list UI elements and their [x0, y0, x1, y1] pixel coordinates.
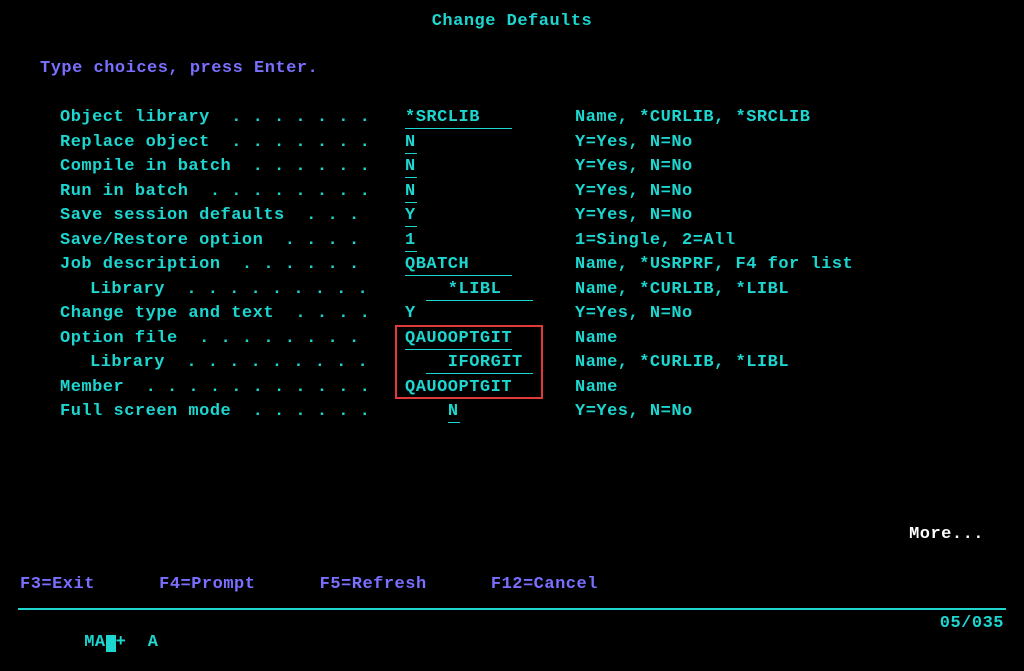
of-library-label: Library . . . . . . . . .	[60, 351, 405, 376]
save-session-label: Save session defaults . . .	[60, 204, 405, 229]
run-batch-input[interactable]: N	[405, 182, 417, 203]
option-file-label: Option file . . . . . . . .	[60, 327, 405, 352]
option-file-input[interactable]: QAUOOPTGIT	[405, 329, 512, 350]
job-desc-input[interactable]: QBATCH	[405, 255, 512, 276]
object-library-input[interactable]: *SRCLIB	[405, 108, 512, 129]
save-session-input[interactable]: Y	[405, 206, 417, 227]
save-restore-hint: 1=Single, 2=All	[575, 229, 736, 254]
compile-batch-input[interactable]: N	[405, 157, 417, 178]
member-label: Member . . . . . . . . . . .	[60, 376, 405, 401]
replace-object-hint: Y=Yes, N=No	[575, 131, 693, 156]
replace-object-label: Replace object . . . . . . .	[60, 131, 405, 156]
full-screen-label: Full screen mode . . . . . .	[60, 400, 405, 425]
change-type-label: Change type and text . . . .	[60, 302, 405, 327]
member-hint: Name	[575, 376, 618, 401]
save-restore-label: Save/Restore option . . . .	[60, 229, 405, 254]
run-batch-hint: Y=Yes, N=No	[575, 180, 693, 205]
jd-library-hint: Name, *CURLIB, *LIBL	[575, 278, 789, 303]
option-file-hint: Name	[575, 327, 618, 352]
replace-object-input[interactable]: N	[405, 133, 417, 154]
of-library-hint: Name, *CURLIB, *LIBL	[575, 351, 789, 376]
member-input[interactable]: QAUOOPTGIT	[405, 378, 512, 399]
run-batch-label: Run in batch . . . . . . . .	[60, 180, 405, 205]
instruction-text: Type choices, press Enter.	[40, 59, 1004, 78]
jd-library-label: Library . . . . . . . . .	[60, 278, 405, 303]
save-restore-input[interactable]: 1	[405, 231, 417, 252]
cursor-icon	[106, 635, 116, 652]
compile-batch-label: Compile in batch . . . . . .	[60, 155, 405, 180]
function-keys: F3=Exit F4=Prompt F5=Refresh F12=Cancel	[20, 575, 598, 594]
more-indicator: More...	[909, 525, 984, 544]
page-title: Change Defaults	[20, 12, 1004, 31]
job-desc-label: Job description . . . . . .	[60, 253, 405, 278]
full-screen-hint: Y=Yes, N=No	[575, 400, 693, 425]
change-type-hint: Y=Yes, N=No	[575, 302, 693, 327]
job-desc-hint: Name, *USRPRF, F4 for list	[575, 253, 853, 278]
jd-library-input[interactable]: *LIBL	[426, 280, 533, 301]
compile-batch-hint: Y=Yes, N=No	[575, 155, 693, 180]
object-library-hint: Name, *CURLIB, *SRCLIB	[575, 106, 810, 131]
of-library-input[interactable]: IFORGIT	[426, 353, 533, 374]
full-screen-input[interactable]: N	[448, 402, 460, 423]
object-library-label: Object library . . . . . . .	[60, 106, 405, 131]
form-area: Object library . . . . . . . *SRCLIB Nam…	[60, 106, 1004, 425]
save-session-hint: Y=Yes, N=No	[575, 204, 693, 229]
change-type-input[interactable]: Y	[405, 304, 417, 324]
divider-line	[18, 608, 1006, 610]
